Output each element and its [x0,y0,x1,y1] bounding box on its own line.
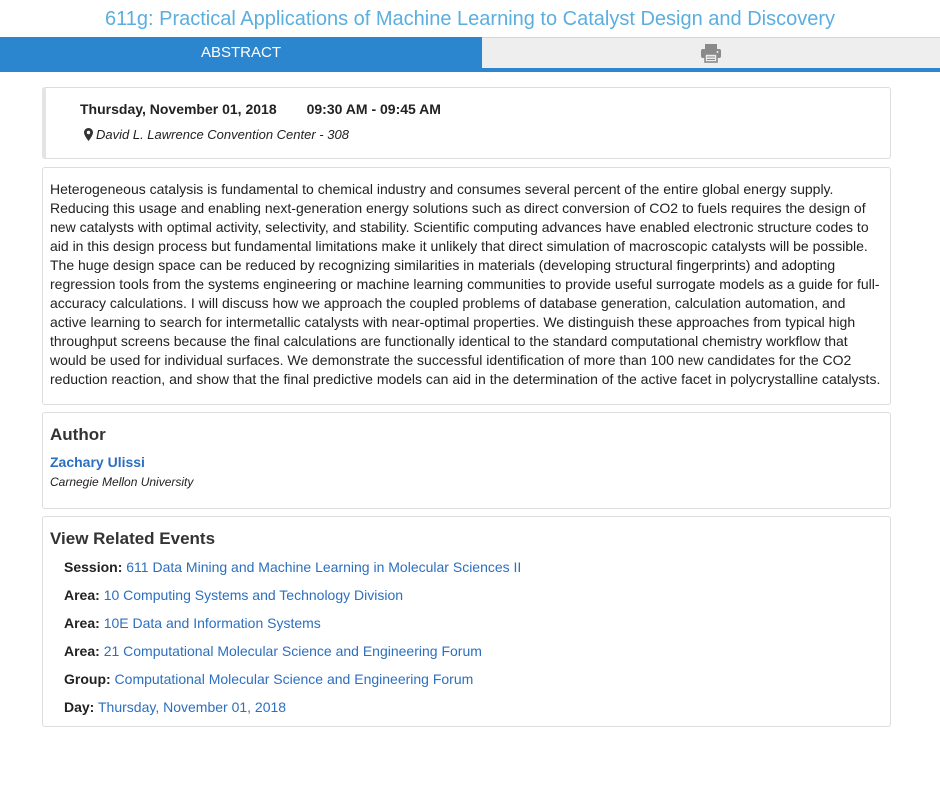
related-item-link[interactable]: 10E Data and Information Systems [104,615,321,631]
related-item-area: Area: 21 Computational Molecular Science… [64,643,521,671]
author-panel: Author Zachary Ulissi Carnegie Mellon Un… [42,412,891,509]
related-item-link[interactable]: 21 Computational Molecular Science and E… [104,643,482,659]
related-item-day: Day: Thursday, November 01, 2018 [64,699,521,727]
related-events-panel: View Related Events Session: 611 Data Mi… [42,516,891,727]
related-item-key: Day: [64,699,95,715]
related-item-link[interactable]: Thursday, November 01, 2018 [98,699,286,715]
abstract-text: Heterogeneous catalysis is fundamental t… [50,181,881,387]
author-heading: Author [50,425,106,444]
related-item-link[interactable]: 611 Data Mining and Machine Learning in … [126,559,521,575]
related-item-key: Session: [64,559,123,575]
related-item-area: Area: 10E Data and Information Systems [64,615,521,643]
event-time-range: 09:30 AM - 09:45 AM [306,101,441,117]
related-item-link[interactable]: 10 Computing Systems and Technology Divi… [104,587,403,603]
event-date: Thursday, November 01, 2018 [80,101,277,117]
author-affiliation: Carnegie Mellon University [50,475,194,489]
related-item-area: Area: 10 Computing Systems and Technolog… [64,587,521,615]
event-location: David L. Lawrence Convention Center - 30… [84,127,349,142]
tab-abstract[interactable]: ABSTRACT [0,37,482,68]
related-item-key: Group: [64,671,111,687]
printer-icon[interactable] [700,43,722,63]
related-events-heading: View Related Events [50,529,216,548]
related-item-session: Session: 611 Data Mining and Machine Lea… [64,559,521,587]
author-name-link[interactable]: Zachary Ulissi [50,454,145,470]
event-time-panel: Thursday, November 01, 2018 09:30 AM - 09… [42,87,891,159]
event-datetime: Thursday, November 01, 2018 09:30 AM - 09… [80,101,441,117]
abstract-panel: Heterogeneous catalysis is fundamental t… [42,167,891,405]
related-item-key: Area: [64,615,100,631]
map-pin-icon [84,128,93,141]
related-item-key: Area: [64,643,100,659]
related-item-key: Area: [64,587,100,603]
tab-print[interactable] [482,37,940,68]
related-item-group: Group: Computational Molecular Science a… [64,671,521,699]
page-title: 611g: Practical Applications of Machine … [104,8,836,30]
related-events-list: Session: 611 Data Mining and Machine Lea… [64,559,521,727]
tab-bar: ABSTRACT [0,37,940,72]
related-item-link[interactable]: Computational Molecular Science and Engi… [115,671,474,687]
event-location-text: David L. Lawrence Convention Center - 30… [96,127,349,142]
